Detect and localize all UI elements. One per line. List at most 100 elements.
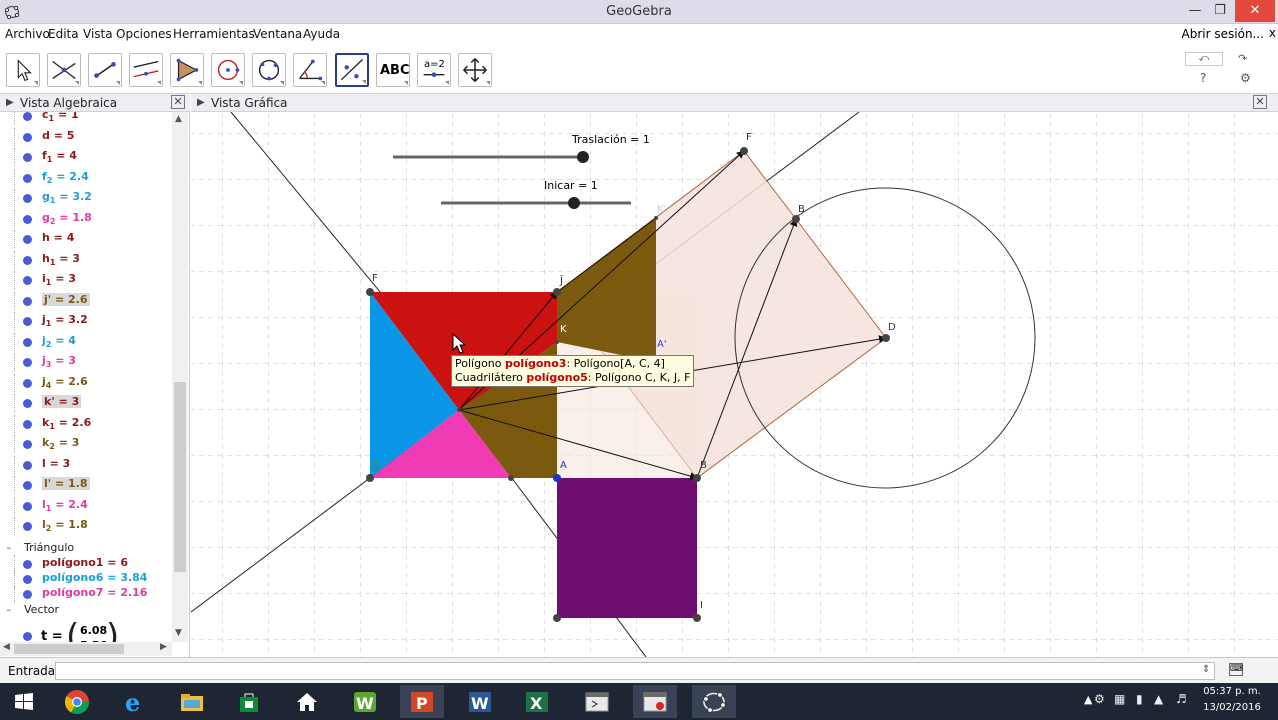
algebra-row[interactable]: l' = 1.8 xyxy=(0,476,170,494)
algebra-row[interactable]: l1 = 2.4 xyxy=(0,496,170,515)
login-close[interactable]: x xyxy=(1269,26,1276,40)
text-tool[interactable]: ABC xyxy=(376,53,410,87)
visibility-toggle-icon[interactable] xyxy=(23,235,32,244)
menu-ventana[interactable]: Ventana xyxy=(253,27,302,41)
word-taskbar-icon[interactable]: W xyxy=(458,685,502,718)
menu-opciones[interactable]: Opciones xyxy=(116,27,172,41)
collapse-icon[interactable]: – xyxy=(6,603,12,616)
login-link[interactable]: Abrir sesión... xyxy=(1182,27,1264,41)
input-history-icon[interactable]: ⇕ xyxy=(1202,664,1210,675)
algebra-row[interactable]: l = 3 xyxy=(0,455,170,474)
reflect-tool[interactable] xyxy=(335,53,369,87)
point-C[interactable] xyxy=(508,475,514,481)
algebra-row[interactable]: f2 = 2.4 xyxy=(0,168,170,187)
slider-traslacion-knob[interactable] xyxy=(577,151,589,163)
redo-button[interactable]: ↷ xyxy=(1238,52,1247,65)
algebra-row[interactable]: k' = 3 xyxy=(0,394,170,412)
slider-inicar-knob[interactable] xyxy=(568,197,580,209)
chrome-taskbar-icon[interactable] xyxy=(55,685,99,718)
point-G[interactable] xyxy=(366,474,374,482)
point-I[interactable] xyxy=(693,614,701,622)
point-D-trans[interactable] xyxy=(882,334,890,342)
speaker-icon[interactable]: ♬ xyxy=(1176,692,1187,706)
visibility-toggle-icon[interactable] xyxy=(23,440,32,449)
scroll-left-icon[interactable]: ◀ xyxy=(3,642,10,652)
chevron-up-icon[interactable]: ▲ xyxy=(1084,693,1092,706)
help-icon[interactable]: ? xyxy=(1200,71,1206,85)
algebra-horizontal-scrollbar[interactable]: ◀ ▶ xyxy=(0,642,172,656)
visibility-toggle-icon[interactable] xyxy=(23,132,32,142)
polygon-tool[interactable] xyxy=(170,53,204,87)
store-taskbar-icon[interactable] xyxy=(227,685,271,718)
geogebra-exe-taskbar-icon[interactable] xyxy=(575,685,619,718)
angle-tool[interactable] xyxy=(293,53,327,87)
conic-tool[interactable] xyxy=(252,53,286,87)
keyboard-icon[interactable]: ⌨ xyxy=(1229,663,1243,676)
visibility-toggle-icon[interactable] xyxy=(23,337,32,347)
collapse-icon[interactable]: – xyxy=(6,541,12,554)
close-graphics-view-button[interactable]: ✕ xyxy=(1253,95,1267,109)
scroll-up-icon[interactable]: ▲ xyxy=(175,114,182,124)
menu-herramientas[interactable]: Herramientas xyxy=(173,27,255,41)
triangle-right-icon[interactable]: ▶ xyxy=(6,97,14,108)
algebra-row[interactable]: d = 5 xyxy=(0,127,170,146)
windows-flag-icon[interactable]: ▦ xyxy=(1114,692,1125,706)
geogebra-exe-2-taskbar-icon[interactable] xyxy=(633,685,677,718)
scroll-down-icon[interactable]: ▼ xyxy=(175,628,182,638)
excel-taskbar-icon[interactable]: X xyxy=(515,685,559,718)
scroll-right-icon[interactable]: ▶ xyxy=(160,642,167,652)
algebra-vertical-scrollbar[interactable]: ▲ ▼ xyxy=(172,112,188,642)
algebra-row[interactable]: k1 = 2.6 xyxy=(0,414,170,433)
visibility-toggle-icon[interactable] xyxy=(23,153,32,162)
algebra-row[interactable]: j' = 2.6 xyxy=(0,291,170,310)
maximize-button[interactable]: ❐ xyxy=(1205,0,1235,22)
visibility-toggle-icon[interactable] xyxy=(23,214,32,224)
home-taskbar-icon[interactable] xyxy=(285,685,329,718)
algebra-row[interactable]: h1 = 3 xyxy=(0,250,170,269)
visibility-toggle-icon[interactable] xyxy=(23,399,32,408)
triangle-right-icon-2[interactable]: ▶ xyxy=(197,97,205,108)
intersect-tool[interactable] xyxy=(47,53,81,87)
visibility-toggle-icon[interactable] xyxy=(23,501,32,511)
visibility-toggle-icon[interactable] xyxy=(23,194,32,203)
visibility-toggle-icon[interactable] xyxy=(23,276,32,285)
signal-icon[interactable]: ▲ xyxy=(1154,692,1163,706)
scrollbar-thumb[interactable] xyxy=(174,382,186,572)
visibility-toggle-icon[interactable] xyxy=(23,460,32,470)
visibility-toggle-icon[interactable] xyxy=(23,112,32,121)
parallel-line-tool[interactable] xyxy=(129,53,163,87)
algebra-row[interactable]: j4 = 2.6 xyxy=(0,373,170,392)
visibility-toggle-icon[interactable] xyxy=(23,173,32,183)
point-A[interactable] xyxy=(553,474,561,482)
windows-start-button[interactable] xyxy=(2,685,46,718)
point-B[interactable] xyxy=(693,474,701,482)
algebra-row[interactable]: j3 = 3 xyxy=(0,353,170,371)
point-K[interactable] xyxy=(555,340,559,344)
algebra-row[interactable]: j2 = 4 xyxy=(0,332,170,351)
menu-ayuda[interactable]: Ayuda xyxy=(303,27,340,41)
algebra-row[interactable]: j1 = 3.2 xyxy=(0,312,170,330)
scrollbar-thumb-h[interactable] xyxy=(14,644,124,654)
input-field[interactable] xyxy=(55,662,1215,680)
segment-tool[interactable] xyxy=(88,53,122,87)
visibility-toggle-icon[interactable] xyxy=(23,589,32,599)
visibility-toggle-icon[interactable] xyxy=(23,631,32,641)
visibility-toggle-icon[interactable] xyxy=(23,419,32,429)
vector-row[interactable]: t =(6.085.56) xyxy=(0,618,170,642)
visibility-toggle-icon[interactable] xyxy=(23,378,32,388)
explorer-taskbar-icon[interactable] xyxy=(170,685,214,718)
purple-square[interactable] xyxy=(557,478,697,618)
algebra-row[interactable]: c1 = 1 xyxy=(0,112,170,125)
visibility-toggle-icon[interactable] xyxy=(23,296,32,306)
visibility-toggle-icon[interactable] xyxy=(23,481,32,490)
point-F-trans[interactable] xyxy=(740,147,748,155)
wps-writer-taskbar-icon[interactable]: W xyxy=(343,685,387,718)
point-J[interactable] xyxy=(553,288,561,296)
algebra-row[interactable]: g1 = 3.2 xyxy=(0,189,170,207)
move-tool[interactable] xyxy=(6,53,40,87)
visibility-toggle-icon[interactable] xyxy=(23,255,32,265)
clock-time[interactable]: 05:37 p. m. xyxy=(1203,686,1261,697)
geogebra-taskbar-icon[interactable] xyxy=(692,685,736,718)
algebra-row[interactable]: g2 = 1.8 xyxy=(0,209,170,228)
point-B-trans[interactable] xyxy=(792,215,800,223)
